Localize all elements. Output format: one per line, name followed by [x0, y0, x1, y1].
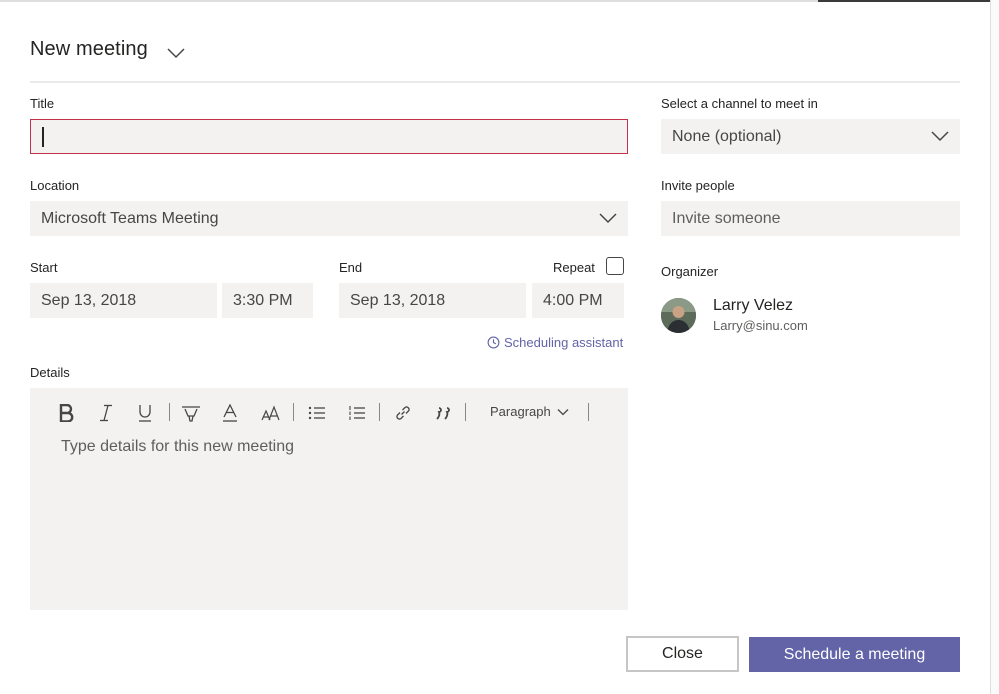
toolbar-separator — [465, 403, 466, 421]
clock-icon — [487, 336, 500, 349]
location-dropdown[interactable]: Microsoft Teams Meeting — [30, 201, 628, 236]
toolbar-separator — [169, 403, 170, 421]
close-button[interactable]: Close — [626, 636, 739, 672]
start-label: Start — [30, 260, 58, 275]
top-strip — [0, 0, 990, 2]
highlight-icon[interactable] — [180, 402, 202, 424]
scheduling-assistant-label: Scheduling assistant — [504, 335, 624, 350]
end-date-field[interactable]: Sep 13, 2018 — [339, 283, 526, 318]
invite-input[interactable]: Invite someone — [661, 201, 960, 236]
top-strip-dark — [818, 0, 990, 2]
page-title: New meeting — [30, 38, 148, 60]
paragraph-style-dropdown[interactable]: Paragraph — [490, 404, 569, 419]
text-caret — [42, 126, 44, 147]
chevron-down-icon — [599, 213, 617, 224]
chevron-down-icon — [931, 131, 949, 142]
underline-icon[interactable] — [135, 402, 155, 424]
start-date-value: Sep 13, 2018 — [41, 291, 137, 309]
font-size-icon[interactable] — [260, 402, 282, 424]
channel-label: Select a channel to meet in — [661, 96, 818, 111]
organizer-label: Organizer — [661, 264, 719, 279]
new-meeting-dialog: New meeting Title Location Microsoft Tea… — [0, 0, 990, 694]
background-edge — [990, 0, 999, 694]
repeat-label: Repeat — [553, 260, 595, 275]
bulleted-list-icon[interactable] — [306, 402, 328, 424]
link-icon[interactable] — [392, 402, 414, 424]
title-input[interactable] — [30, 119, 628, 154]
scheduling-assistant-link[interactable]: Scheduling assistant — [487, 335, 623, 350]
end-time-field[interactable]: 4:00 PM — [532, 283, 624, 318]
italic-icon[interactable] — [96, 402, 116, 424]
formatting-toolbar: Paragraph — [30, 388, 628, 438]
invite-label: Invite people — [661, 178, 735, 193]
details-editor[interactable]: Paragraph Type details for this new meet… — [30, 388, 628, 610]
header-divider — [30, 81, 960, 83]
repeat-checkbox[interactable] — [606, 257, 624, 275]
toolbar-separator — [379, 403, 380, 421]
title-label: Title — [30, 96, 55, 111]
details-placeholder: Type details for this new meeting — [61, 438, 295, 455]
bold-icon[interactable] — [56, 402, 76, 424]
organizer-name: Larry Velez — [713, 297, 794, 314]
channel-value: None (optional) — [672, 127, 782, 145]
font-color-icon[interactable] — [220, 402, 240, 424]
location-label: Location — [30, 178, 80, 193]
location-value: Microsoft Teams Meeting — [41, 209, 219, 227]
start-time-value: 3:30 PM — [233, 291, 293, 309]
organizer-email: Larry@sinu.com — [713, 318, 808, 333]
quote-icon[interactable] — [432, 402, 454, 424]
avatar — [661, 298, 696, 333]
paragraph-style-label: Paragraph — [490, 404, 551, 419]
schedule-meeting-button[interactable]: Schedule a meeting — [749, 637, 960, 672]
numbered-list-icon[interactable] — [346, 402, 368, 424]
toolbar-separator — [588, 403, 589, 421]
start-time-field[interactable]: 3:30 PM — [222, 283, 313, 318]
end-time-value: 4:00 PM — [543, 291, 603, 309]
start-date-field[interactable]: Sep 13, 2018 — [30, 283, 217, 318]
chevron-down-icon — [557, 408, 569, 415]
end-label: End — [339, 260, 363, 275]
toolbar-separator — [293, 403, 294, 421]
chevron-down-icon[interactable] — [166, 46, 186, 60]
details-label: Details — [30, 365, 70, 380]
channel-dropdown[interactable]: None (optional) — [661, 119, 960, 154]
invite-placeholder: Invite someone — [672, 209, 781, 227]
end-date-value: Sep 13, 2018 — [350, 291, 446, 309]
